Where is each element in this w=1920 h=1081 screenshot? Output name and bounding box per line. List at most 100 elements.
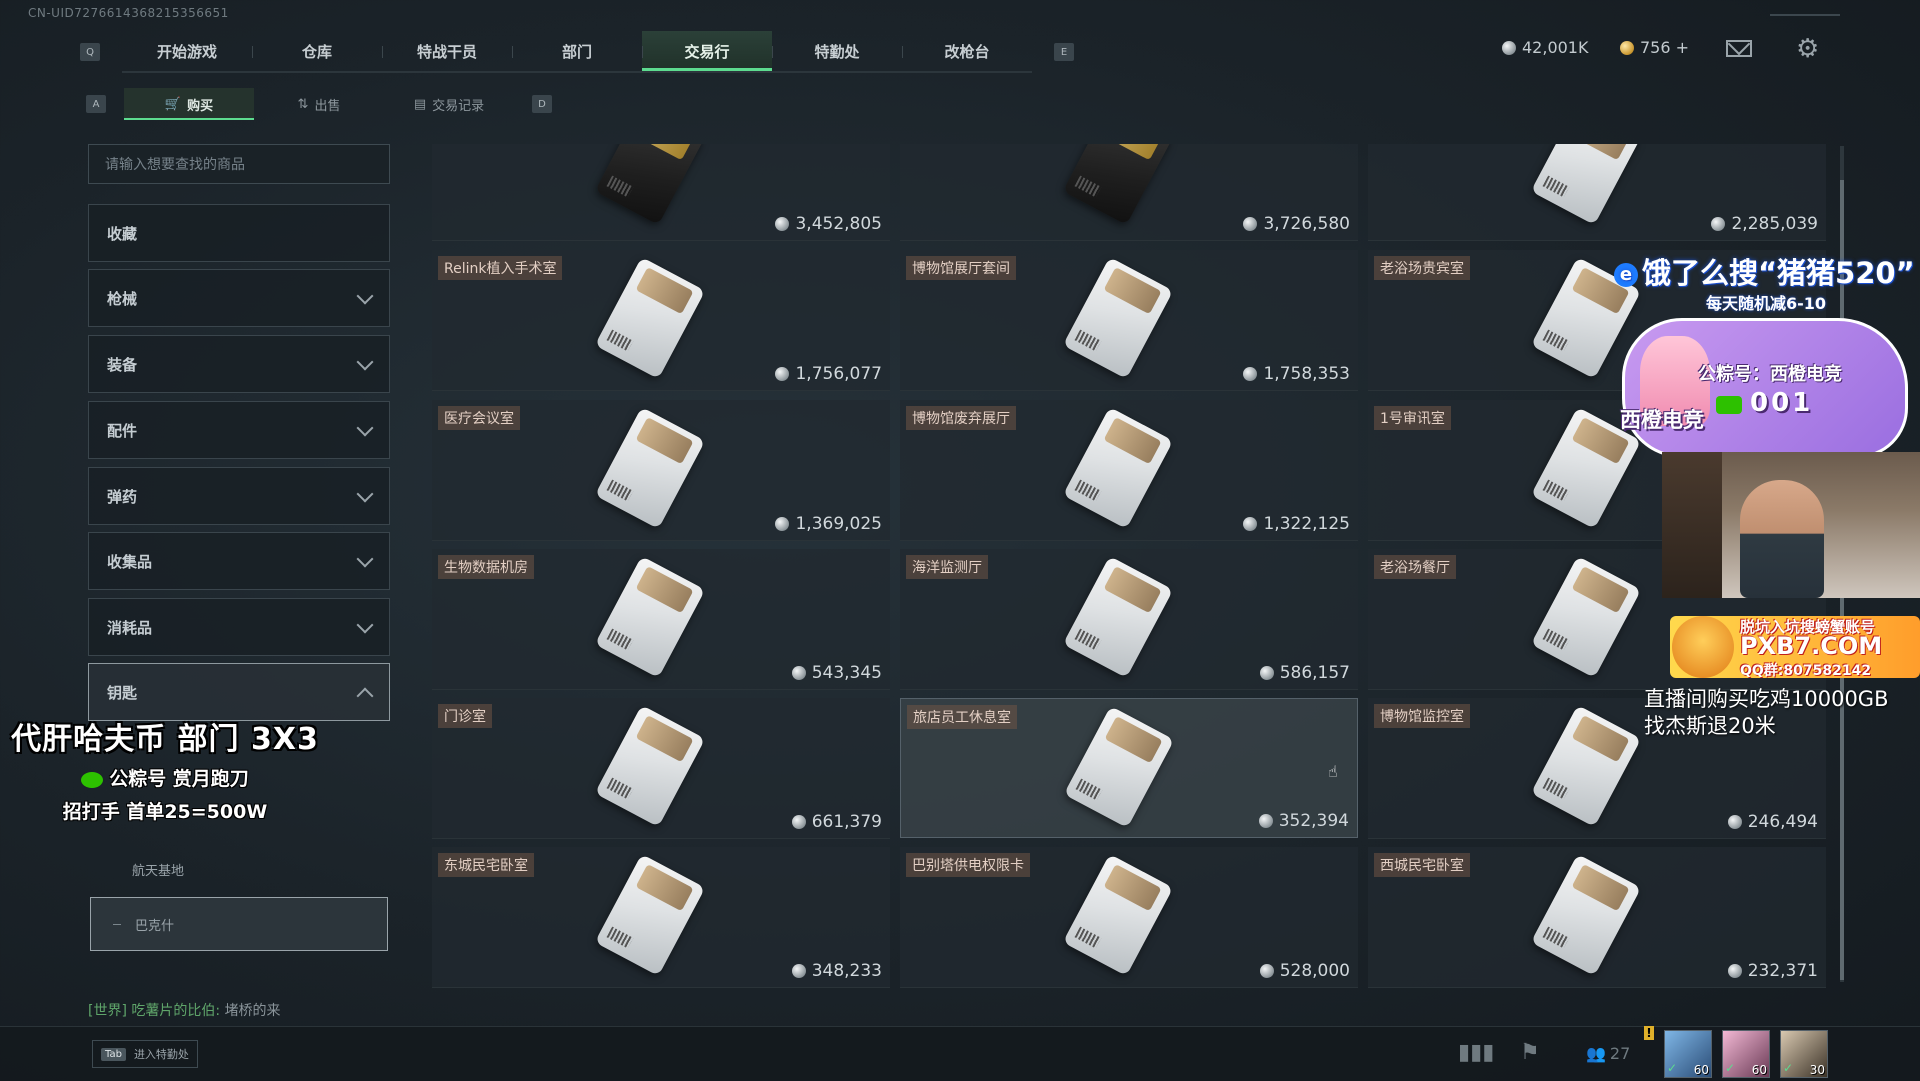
- item-price: 1,758,353: [1243, 364, 1350, 384]
- nav-prev-key[interactable]: Q: [80, 43, 100, 61]
- ready-check-icon: ✓: [1667, 1061, 1678, 1075]
- item-card[interactable]: 巴别塔供电权限卡 528,000: [900, 847, 1358, 988]
- mail-icon[interactable]: [1726, 40, 1752, 57]
- category-keys[interactable]: 钥匙: [88, 663, 390, 721]
- chevron-down-icon: [356, 550, 374, 568]
- sell-icon: ⇅: [297, 96, 309, 112]
- item-card[interactable]: 医疗会议室 1,369,025: [432, 400, 890, 541]
- item-card[interactable]: 博物馆废弃展厅 1,322,125: [900, 400, 1358, 541]
- squad-avatar-2[interactable]: ✓ 60: [1722, 1030, 1770, 1078]
- item-card[interactable]: 3,726,580: [900, 144, 1358, 241]
- keycard-icon: [1063, 705, 1175, 829]
- category-equipment[interactable]: 装备: [88, 335, 390, 393]
- gold-currency[interactable]: 756 +: [1620, 38, 1689, 57]
- stats-icon[interactable]: ▮▮▮: [1458, 1040, 1494, 1065]
- silver-amount: 42,001K: [1522, 38, 1589, 57]
- dash-icon: [113, 923, 121, 925]
- squad-avatar-1[interactable]: ✓ 60: [1664, 1030, 1712, 1078]
- eleme-ad: e 饿了么搜“猪猪520”: [1614, 250, 1915, 292]
- tab-sell[interactable]: ⇅ 出售: [254, 88, 384, 120]
- subnav-next-key[interactable]: D: [532, 95, 552, 113]
- category-consumables[interactable]: 消耗品: [88, 598, 390, 656]
- gear-icon[interactable]: ⚙: [1796, 36, 1819, 62]
- tab-history[interactable]: ▤ 交易记录: [384, 88, 514, 120]
- category-ammo[interactable]: 弹药: [88, 467, 390, 525]
- friends-button[interactable]: 👥 27: [1586, 1044, 1630, 1063]
- tab-department[interactable]: 部门: [512, 31, 642, 71]
- tab-trading[interactable]: 交易行: [642, 31, 772, 71]
- item-price: 528,000: [1259, 961, 1350, 981]
- item-name: 旅店员工休息室: [907, 705, 1017, 729]
- item-name: 1号审讯室: [1374, 406, 1451, 430]
- subcategory-bakhsh[interactable]: 巴克什: [90, 897, 388, 951]
- item-card[interactable]: 西城民宅卧室 232,371: [1368, 847, 1826, 988]
- stream-overlay-left: 代肝哈夫币 部门 3X3 公粽号 赏月跑刀 招打手 首单25=500W: [0, 714, 330, 824]
- item-price: 2,285,039: [1711, 214, 1818, 234]
- chevron-down-icon: [356, 419, 374, 437]
- squad-level: 30: [1809, 1063, 1825, 1077]
- tab-buy[interactable]: 🛒 购买: [124, 88, 254, 120]
- category-collectibles[interactable]: 收集品: [88, 532, 390, 590]
- promo-text: 直播间购买吃鸡10000GB 找杰斯退20米: [1644, 686, 1888, 740]
- tab-history-label: 交易记录: [432, 98, 485, 114]
- tab-start-game[interactable]: 开始游戏: [122, 31, 252, 71]
- item-card[interactable]: 2,285,039: [1368, 144, 1826, 241]
- item-name: Relink植入手术室: [438, 256, 563, 280]
- item-card[interactable]: 博物馆展厅套间 1,758,353: [900, 250, 1358, 391]
- tab-warehouse[interactable]: 仓库: [252, 31, 382, 71]
- tab-sell-label: 出售: [314, 98, 341, 114]
- overlay-ad-line2: 公粽号 赏月跑刀: [0, 764, 330, 791]
- item-card[interactable]: 生物数据机房 543,345: [432, 549, 890, 690]
- category-attachments[interactable]: 配件: [88, 401, 390, 459]
- search-input[interactable]: 请输入想要查找的商品: [88, 144, 390, 184]
- item-price-value: 348,233: [811, 961, 882, 981]
- item-price-value: 543,345: [811, 663, 882, 683]
- streamer-figure: [1740, 480, 1824, 598]
- keycard-icon: [594, 256, 706, 380]
- nav-next-key[interactable]: E: [1054, 43, 1074, 61]
- item-name: 老浴场贵宾室: [1374, 256, 1470, 280]
- gold-coin-icon: [1620, 40, 1634, 55]
- category-guns[interactable]: 枪械: [88, 269, 390, 327]
- item-price-value: 1,756,077: [795, 364, 882, 384]
- keycard-icon: [1062, 555, 1174, 679]
- keycard-icon: [594, 555, 706, 679]
- tab-special-ops[interactable]: 特勤处: [772, 31, 902, 71]
- category-label: 装备: [107, 355, 138, 374]
- world-chat: [世界] 吃薯片的比伯: 堵桥的来: [88, 1000, 281, 1020]
- keycard-icon: [594, 144, 706, 226]
- tab-gunsmith[interactable]: 改枪台: [902, 31, 1032, 71]
- category-favorites[interactable]: 收藏: [88, 204, 390, 262]
- subcategory-space-base[interactable]: 航天基地: [88, 842, 390, 896]
- category-label: 配件: [107, 421, 138, 440]
- squad-avatar-3[interactable]: ✓ 30: [1780, 1030, 1828, 1078]
- item-card[interactable]: 门诊室 661,379: [432, 698, 890, 839]
- tab-operators[interactable]: 特战干员: [382, 31, 512, 71]
- silver-coin-icon: [775, 217, 790, 231]
- item-card[interactable]: 3,452,805: [432, 144, 890, 241]
- item-price-value: 3,452,805: [795, 214, 882, 234]
- subnav-prev-key[interactable]: A: [86, 95, 106, 113]
- chat-user[interactable]: 吃薯片的比伯:: [131, 1003, 220, 1019]
- streamer-badge-line2: 西橙电竞: [1620, 408, 1704, 432]
- flag-icon[interactable]: ⚑: [1520, 1040, 1540, 1065]
- silver-currency[interactable]: 42,001K: [1502, 38, 1588, 57]
- promo-line2: 找杰斯退20米: [1644, 714, 1776, 738]
- squad-level: 60: [1693, 1063, 1709, 1077]
- enter-special-ops-button[interactable]: Tab 进入特勤处: [92, 1040, 198, 1068]
- keycard-icon: [1530, 144, 1642, 226]
- item-card[interactable]: 海洋监测厅 586,157: [900, 549, 1358, 690]
- item-price: 1,322,125: [1243, 514, 1350, 534]
- cart-icon: 🛒: [164, 96, 182, 112]
- item-card[interactable]: 东城民宅卧室 348,233: [432, 847, 890, 988]
- item-card[interactable]: 旅店员工休息室 352,394: [900, 698, 1358, 838]
- item-price-value: 2,285,039: [1731, 214, 1818, 234]
- ready-check-icon: ✓: [1783, 1061, 1794, 1075]
- overlay-ad-title: 代肝哈夫币 部门 3X3: [11, 722, 319, 757]
- keycard-icon: [1062, 853, 1174, 977]
- item-name: 老浴场餐厅: [1374, 555, 1456, 579]
- item-card[interactable]: Relink植入手术室 1,756,077: [432, 250, 890, 391]
- item-price: 232,371: [1727, 961, 1818, 981]
- mouse-cursor-icon: ☝: [1328, 762, 1338, 781]
- item-price-value: 232,371: [1747, 961, 1818, 981]
